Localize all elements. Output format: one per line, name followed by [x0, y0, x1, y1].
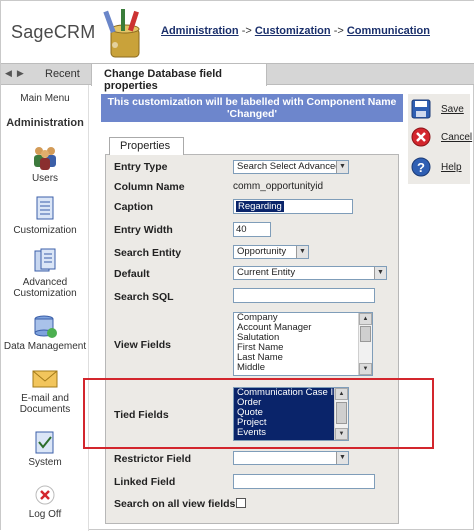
caption-label: Caption: [114, 201, 154, 213]
tab-change-field-properties[interactable]: Change Database field properties: [91, 64, 267, 92]
recent-nav-arrows-icon[interactable]: ◀ ▶: [5, 68, 29, 81]
linked-field-input[interactable]: [233, 474, 375, 489]
default-label: Default: [114, 268, 150, 280]
save-icon[interactable]: [411, 99, 431, 119]
main-menu-link[interactable]: Main Menu: [1, 93, 89, 104]
brand-logo: SageCRM: [11, 22, 96, 42]
search-all-view-fields-checkbox[interactable]: [236, 498, 246, 508]
scroll-down-icon[interactable]: ▼: [359, 363, 372, 375]
sidebar-item-system[interactable]: System: [1, 457, 89, 468]
breadcrumb-administration[interactable]: Administration: [161, 25, 239, 37]
banner-line1: This customization will be labelled with…: [107, 96, 397, 108]
sidebar-item-data-management[interactable]: Data Management: [1, 341, 89, 352]
sidebar: Main Menu Administration Users Customiza…: [1, 85, 89, 531]
sidebar-item-advanced-customization-line2[interactable]: Customization: [1, 288, 89, 299]
linked-field-label: Linked Field: [114, 476, 176, 488]
search-sql-label: Search SQL: [114, 291, 174, 303]
restrictor-field-label: Restrictor Field: [114, 453, 192, 465]
email-icon[interactable]: [31, 365, 59, 393]
recent-tab[interactable]: Recent: [45, 68, 80, 80]
default-value: Current Entity: [237, 267, 296, 278]
entry-type-select[interactable]: Search Select Advanced ▼: [233, 160, 349, 174]
data-management-icon[interactable]: [31, 313, 59, 341]
list-item[interactable]: Middle: [234, 363, 372, 373]
log-off-icon[interactable]: [31, 481, 59, 509]
advanced-customization-icon[interactable]: [31, 247, 59, 275]
app-window: SageCRM Administration -> Customization …: [0, 0, 474, 531]
search-entity-select[interactable]: Opportunity ▼: [233, 245, 309, 259]
search-entity-value: Opportunity: [237, 246, 287, 257]
entry-type-label: Entry Type: [114, 161, 168, 173]
admin-tools-icon: [103, 9, 140, 58]
breadcrumb-communication[interactable]: Communication: [347, 25, 430, 37]
cancel-button[interactable]: Cancel: [441, 132, 472, 143]
default-select[interactable]: Current Entity ▼: [233, 266, 387, 280]
sidebar-section-title: Administration: [6, 117, 84, 129]
breadcrumb-separator: ->: [333, 25, 344, 37]
header: SageCRM Administration -> Customization …: [1, 1, 474, 63]
sidebar-item-email-line2[interactable]: Documents: [1, 404, 89, 415]
chevron-down-icon[interactable]: ▼: [296, 246, 308, 258]
breadcrumb-customization[interactable]: Customization: [255, 25, 331, 37]
tied-fields-callout: [83, 378, 434, 449]
entry-type-value: Search Select Advanced: [237, 161, 341, 172]
sidebar-item-log-off[interactable]: Log Off: [1, 509, 89, 520]
search-entity-label: Search Entity: [114, 247, 182, 259]
scroll-up-icon[interactable]: ▲: [359, 313, 372, 325]
help-button[interactable]: Help: [441, 162, 462, 173]
breadcrumb-separator: ->: [241, 25, 252, 37]
sidebar-item-customization[interactable]: Customization: [1, 225, 89, 236]
caption-input[interactable]: Regarding: [233, 199, 353, 214]
search-all-view-fields-label: Search on all view fields: [114, 498, 236, 510]
scroll-thumb[interactable]: [360, 326, 371, 342]
restrictor-field-select[interactable]: ▼: [233, 451, 349, 465]
banner-line2: 'Changed': [227, 108, 277, 120]
tab-strip: ◀ ▶ Recent Change Database field propert…: [1, 63, 474, 92]
entry-width-label: Entry Width: [114, 224, 173, 236]
system-icon[interactable]: [31, 429, 59, 457]
help-icon[interactable]: ?: [411, 157, 431, 177]
users-icon[interactable]: [31, 143, 59, 171]
svg-text:?: ?: [417, 160, 425, 175]
chevron-down-icon[interactable]: ▼: [374, 267, 386, 279]
chevron-down-icon[interactable]: ▼: [336, 452, 348, 464]
sidebar-item-advanced-customization-line1[interactable]: Advanced: [1, 277, 89, 288]
entry-width-value: 40: [236, 224, 247, 235]
chevron-down-icon[interactable]: ▼: [336, 161, 348, 173]
component-banner: This customization will be labelled with…: [101, 94, 403, 122]
column-name-label: Column Name: [114, 181, 185, 193]
view-fields-label: View Fields: [114, 339, 171, 351]
save-button[interactable]: Save: [441, 104, 464, 115]
caption-value: Regarding: [236, 201, 284, 212]
breadcrumb: Administration -> Customization -> Commu…: [161, 25, 430, 37]
tab-properties[interactable]: Properties: [109, 137, 184, 155]
view-fields-list[interactable]: Company Account Manager Salutation First…: [233, 312, 373, 376]
sidebar-item-email-line1[interactable]: E-mail and: [1, 393, 89, 404]
customization-icon[interactable]: [31, 195, 59, 223]
entry-width-input[interactable]: 40: [233, 222, 271, 237]
view-fields-scrollbar[interactable]: ▲ ▼: [358, 313, 372, 375]
sidebar-item-users[interactable]: Users: [1, 173, 89, 184]
search-sql-input[interactable]: [233, 288, 375, 303]
cancel-icon[interactable]: [411, 127, 431, 147]
column-name-value: comm_opportunityid: [233, 181, 324, 192]
